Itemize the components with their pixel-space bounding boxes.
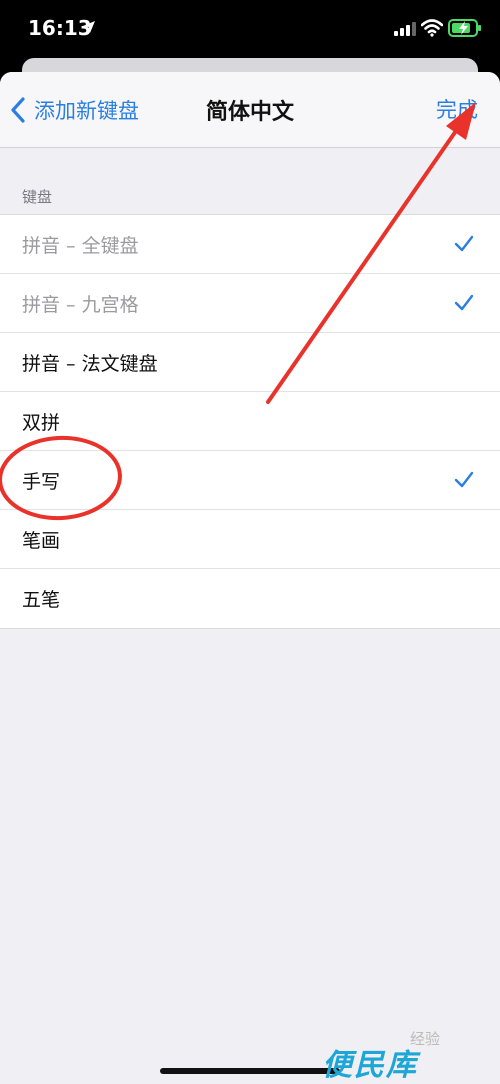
keyboard-list: 拼音 – 全键盘 拼音 – 九宫格 拼音 – 法文键盘 双拼 手写 笔画 五笔: [0, 214, 500, 629]
home-indicator: [160, 1068, 340, 1074]
keyboard-option-handwriting[interactable]: 手写: [0, 451, 500, 510]
keyboard-settings-sheet: 添加新键盘 简体中文 完成 键盘 拼音 – 全键盘 拼音 – 九宫格 拼音 – …: [0, 72, 500, 1084]
row-label: 拼音 – 全键盘: [22, 234, 139, 257]
chevron-left-icon: [11, 97, 25, 123]
checkmark-icon: [454, 235, 474, 252]
navigation-bar: 添加新键盘 简体中文 完成: [0, 72, 500, 148]
battery-charging-icon: [448, 19, 481, 37]
status-bar: 16:13: [0, 0, 500, 62]
keyboard-option-pinyin-9key[interactable]: 拼音 – 九宫格: [0, 274, 500, 333]
row-label: 拼音 – 法文键盘: [22, 352, 158, 375]
section-header: 键盘: [22, 188, 53, 206]
row-label: 拼音 – 九宫格: [22, 293, 139, 316]
row-label: 五笔: [22, 589, 61, 611]
wifi-icon: [421, 19, 443, 37]
keyboard-option-shuangpin[interactable]: 双拼: [0, 392, 500, 451]
checkmark-icon: [454, 471, 474, 488]
checkmark-icon: [454, 294, 474, 311]
keyboard-option-stroke[interactable]: 笔画: [0, 510, 500, 569]
cellular-signal-icon: [394, 22, 416, 36]
watermark-brand: 便民库: [322, 1048, 418, 1083]
row-label: 手写: [22, 470, 61, 493]
back-button[interactable]: 添加新键盘: [8, 92, 139, 128]
keyboard-option-wubi[interactable]: 五笔: [0, 569, 500, 628]
keyboard-option-pinyin-full[interactable]: 拼音 – 全键盘: [0, 215, 500, 274]
done-button[interactable]: 完成: [436, 94, 478, 124]
keyboard-option-pinyin-french[interactable]: 拼音 – 法文键盘: [0, 333, 500, 392]
location-arrow-icon: [83, 21, 95, 33]
row-label: 双拼: [22, 411, 61, 434]
row-label: 笔画: [22, 529, 61, 552]
back-button-label: 添加新键盘: [34, 99, 139, 123]
